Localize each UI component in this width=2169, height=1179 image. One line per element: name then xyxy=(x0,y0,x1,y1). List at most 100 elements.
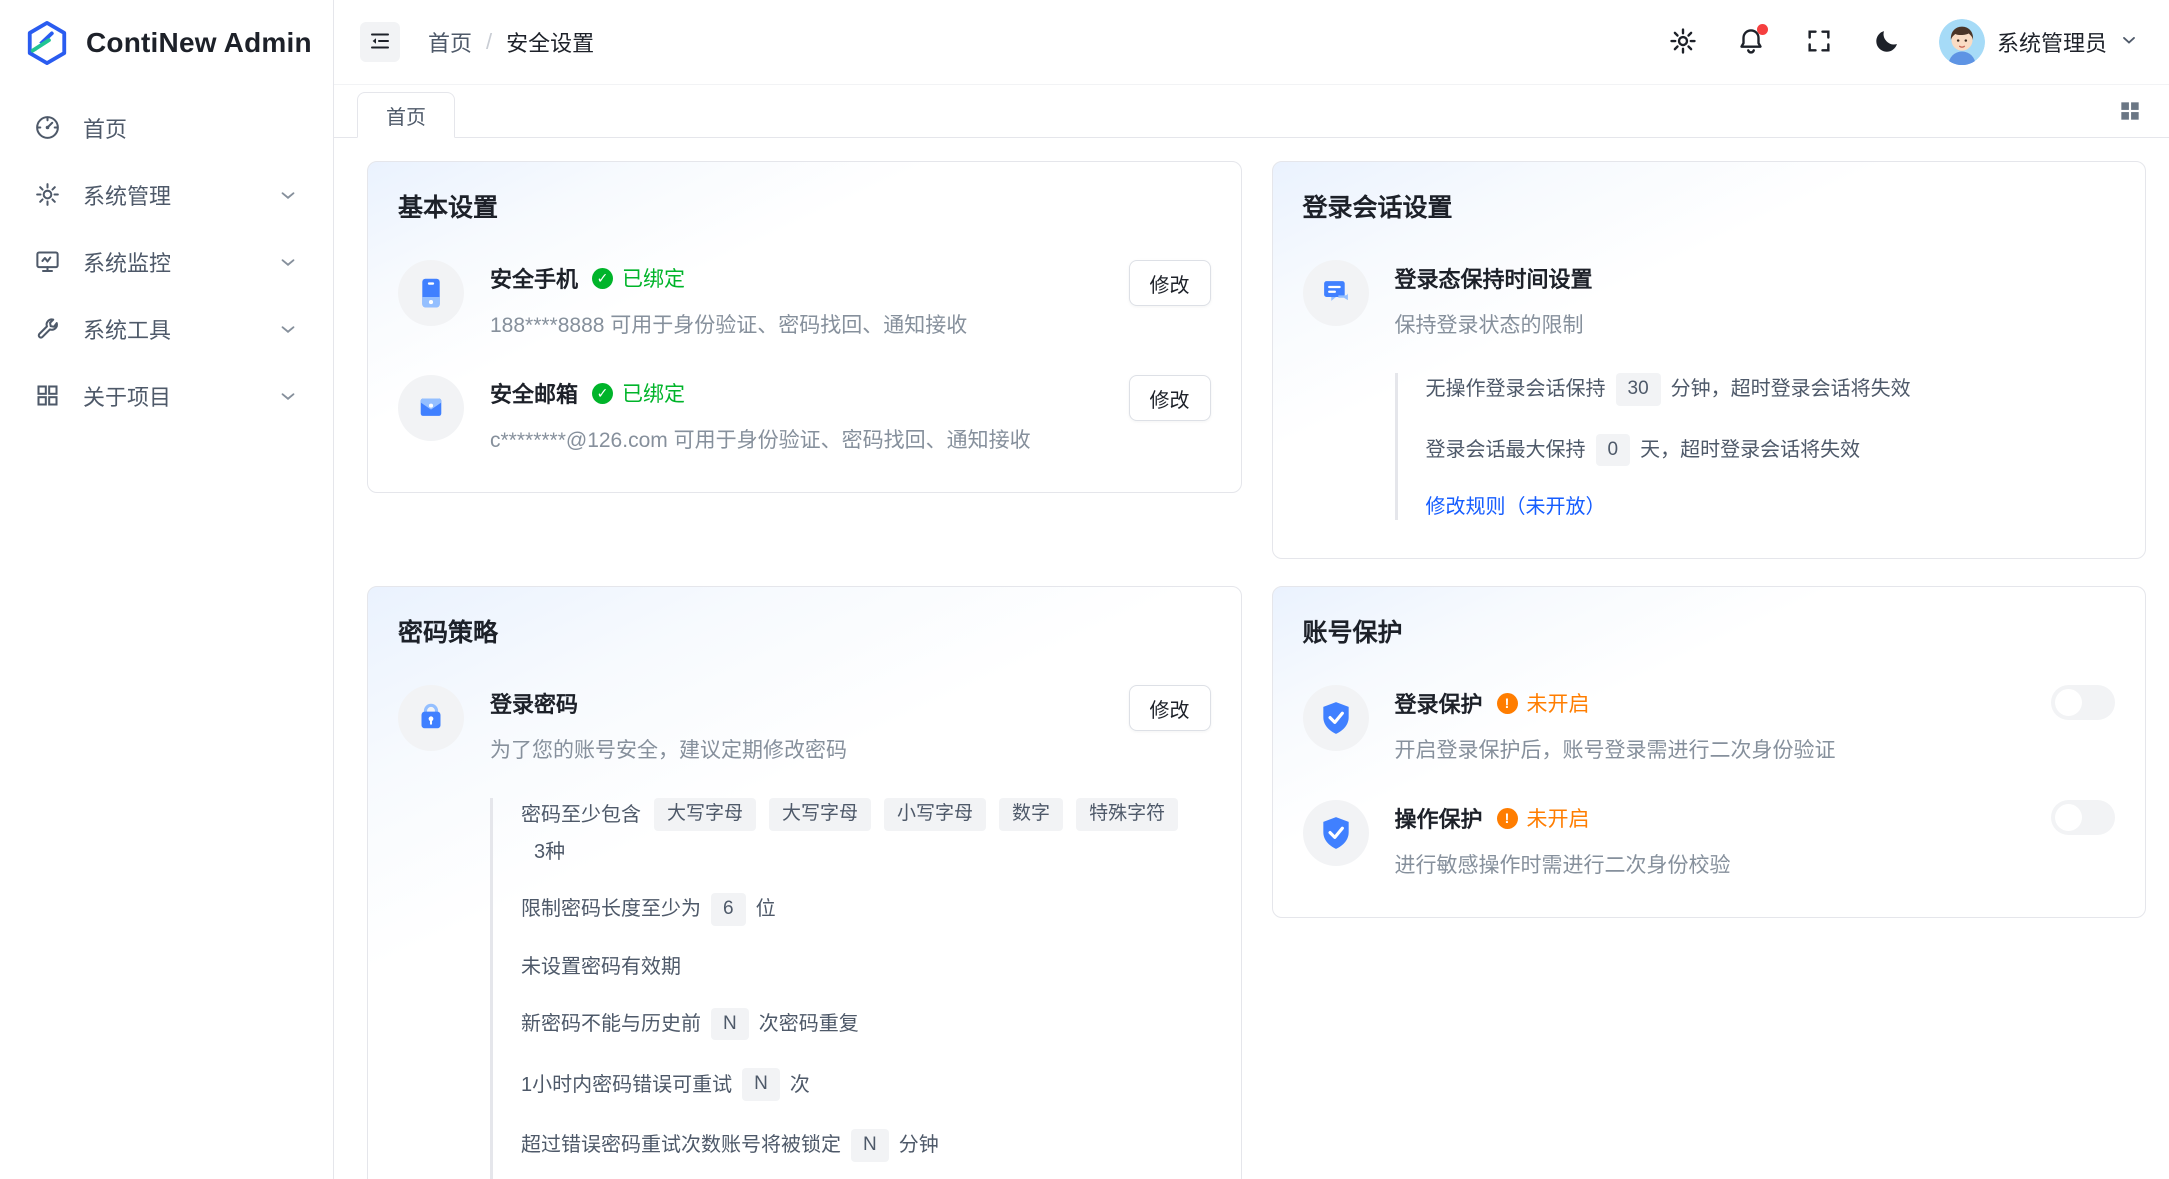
sidebar-item-system-monitor[interactable]: 系统监控 xyxy=(14,233,319,290)
avatar xyxy=(1939,19,1985,65)
breadcrumb-home[interactable]: 首页 xyxy=(428,26,472,58)
sidebar-item-label: 系统管理 xyxy=(83,179,171,211)
user-name: 系统管理员 xyxy=(1997,26,2107,58)
card-title: 登录会话设置 xyxy=(1303,188,2116,224)
sidebar-item-system-tools[interactable]: 系统工具 xyxy=(14,300,319,357)
exclamation-circle-icon: ! xyxy=(1497,693,1518,714)
fullscreen-icon xyxy=(1805,27,1833,58)
notification-badge xyxy=(1757,24,1768,35)
tab-label: 首页 xyxy=(386,101,426,130)
edit-email-button[interactable]: 修改 xyxy=(1129,375,1211,421)
user-menu[interactable]: 系统管理员 xyxy=(1939,19,2139,65)
char-type-tag: 小写字母 xyxy=(884,798,986,831)
security-phone-row: 安全手机 ✓ 已绑定 188****8888 可用于身份验证、密码找回、通知接收… xyxy=(398,260,1211,339)
card-basic-settings: 基本设置 安全手机 ✓ xyxy=(367,161,1242,493)
rule-line: 密码至少包含 大写字母 大写字母 小写字母 数字 特殊字符 3种 xyxy=(521,798,1207,865)
edit-phone-button[interactable]: 修改 xyxy=(1129,260,1211,306)
chevron-down-icon xyxy=(277,184,299,206)
sidebar-item-label: 系统监控 xyxy=(83,246,171,278)
wrench-icon xyxy=(34,315,61,342)
sidebar-item-label: 系统工具 xyxy=(83,313,171,345)
app-logo-icon xyxy=(24,20,70,66)
rule-value: N xyxy=(851,1129,889,1162)
chevron-down-icon xyxy=(277,385,299,407)
rule-value: 30 xyxy=(1616,373,1661,406)
toggle-knob xyxy=(2055,689,2082,716)
sidebar-item-home[interactable]: 首页 xyxy=(14,99,319,156)
sidebar-collapse-button[interactable] xyxy=(360,22,400,62)
char-type-tag: 大写字母 xyxy=(769,798,871,831)
message-icon xyxy=(1303,260,1369,326)
moon-icon xyxy=(1873,27,1901,58)
sidebar-item-label: 首页 xyxy=(83,112,127,144)
shield-check-icon xyxy=(1303,685,1369,751)
rule-line: 超过错误密码重试次数账号将被锁定 N 分钟 xyxy=(521,1129,1207,1162)
session-rules: 无操作登录会话保持 30 分钟，超时登录会话将失效 登录会话最大保持 0 天，超… xyxy=(1395,373,2112,520)
session-keep-row: 登录态保持时间设置 保持登录状态的限制 xyxy=(1303,260,2116,339)
notifications-button[interactable] xyxy=(1735,26,1767,58)
edit-session-rules-link[interactable]: 修改规则（未开放） xyxy=(1426,494,1606,520)
status-badge: ✓ 已绑定 xyxy=(592,263,685,293)
tab-list-button[interactable] xyxy=(2117,98,2143,124)
rule-value: N xyxy=(711,1008,749,1041)
grid-squares-icon xyxy=(2117,98,2143,124)
page: ContiNew Admin 首页 系统管理 xyxy=(0,0,2169,1179)
chevron-down-icon xyxy=(2119,30,2139,55)
chevron-down-icon xyxy=(277,318,299,340)
edit-password-button[interactable]: 修改 xyxy=(1129,685,1211,731)
login-protection-toggle[interactable] xyxy=(2051,685,2115,720)
rule-line: 新密码不能与历史前 N 次密码重复 xyxy=(521,1008,1207,1041)
gear-icon xyxy=(1668,26,1698,59)
row-title: 操作保护 xyxy=(1395,802,1483,834)
fullscreen-button[interactable] xyxy=(1803,26,1835,58)
breadcrumb: 首页 / 安全设置 xyxy=(428,26,594,58)
shield-check-icon xyxy=(1303,800,1369,866)
monitor-icon xyxy=(34,248,61,275)
card-title: 密码策略 xyxy=(398,613,1211,649)
sidebar-item-system-management[interactable]: 系统管理 xyxy=(14,166,319,223)
topbar: 首页 / 安全设置 xyxy=(334,0,2169,85)
sidebar-item-label: 关于项目 xyxy=(83,380,171,412)
status-badge: ! 未开启 xyxy=(1497,803,1590,833)
row-title: 安全手机 xyxy=(490,262,578,294)
grid-icon xyxy=(34,382,61,409)
sidebar: ContiNew Admin 首页 系统管理 xyxy=(0,0,334,1179)
rule-line: 未设置密码有效期 xyxy=(521,954,1207,980)
rule-line: 登录会话最大保持 0 天，超时登录会话将失效 xyxy=(1426,434,2112,467)
card-session-settings: 登录会话设置 登录态保持时间设置 xyxy=(1272,161,2147,559)
row-title: 登录态保持时间设置 xyxy=(1395,262,1593,294)
rule-line: 限制密码长度至少为 6 位 xyxy=(521,893,1207,926)
logo-row[interactable]: ContiNew Admin xyxy=(0,0,333,85)
check-circle-icon: ✓ xyxy=(592,268,613,289)
dark-mode-button[interactable] xyxy=(1871,26,1903,58)
login-password-row: 登录密码 为了您的账号安全，建议定期修改密码 修改 xyxy=(398,685,1211,764)
sidebar-item-about[interactable]: 关于项目 xyxy=(14,367,319,424)
row-description: c********@126.com 可用于身份验证、密码找回、通知接收 xyxy=(490,424,1103,454)
row-description: 188****8888 可用于身份验证、密码找回、通知接收 xyxy=(490,309,1103,339)
rule-value: N xyxy=(742,1068,780,1101)
exclamation-circle-icon: ! xyxy=(1497,808,1518,829)
operation-protection-toggle[interactable] xyxy=(2051,800,2115,835)
tab-home[interactable]: 首页 xyxy=(357,92,455,138)
char-type-tag: 特殊字符 xyxy=(1076,798,1178,831)
menu-fold-icon xyxy=(368,29,392,56)
lock-icon xyxy=(398,685,464,751)
row-description: 保持登录状态的限制 xyxy=(1395,309,2116,339)
phone-icon xyxy=(398,260,464,326)
card-title: 账号保护 xyxy=(1303,613,2116,649)
row-description: 开启登录保护后，账号登录需进行二次身份验证 xyxy=(1395,734,2026,764)
main-area: 首页 / 安全设置 xyxy=(334,0,2169,1179)
char-type-tag: 数字 xyxy=(999,798,1063,831)
topbar-actions: 系统管理员 xyxy=(1667,19,2139,65)
security-email-row: 安全邮箱 ✓ 已绑定 c********@126.com 可用于身份验证、密码找… xyxy=(398,375,1211,454)
status-badge: ✓ 已绑定 xyxy=(592,378,685,408)
sidebar-nav: 首页 系统管理 xyxy=(0,85,333,438)
breadcrumb-current: 安全设置 xyxy=(506,26,594,58)
card-password-policy: 密码策略 登录密码 为了您的账号安全， xyxy=(367,586,1242,1179)
settings-button[interactable] xyxy=(1667,26,1699,58)
gear-icon xyxy=(34,181,61,208)
operation-protection-row: 操作保护 ! 未开启 进行敏感操作时需进行二次身份校验 xyxy=(1303,800,2116,879)
card-title: 基本设置 xyxy=(398,188,1211,224)
char-type-tag: 大写字母 xyxy=(654,798,756,831)
row-title: 安全邮箱 xyxy=(490,377,578,409)
